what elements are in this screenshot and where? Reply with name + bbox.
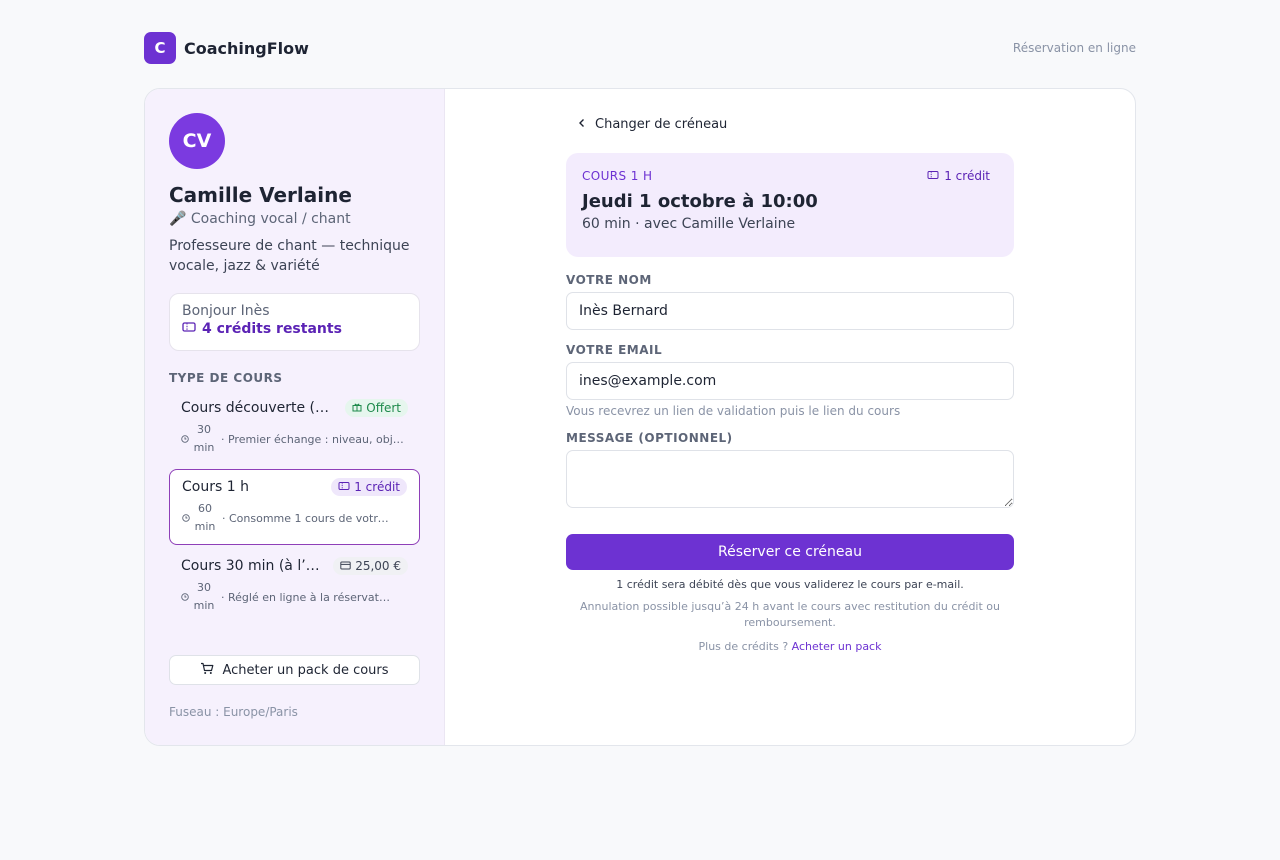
message-field[interactable]	[566, 450, 1014, 508]
message-label: MESSAGE (OPTIONNEL)	[566, 431, 733, 445]
slot-date: Jeudi 1 octobre à 10:00	[582, 191, 818, 212]
brand-logo: C	[144, 32, 176, 64]
brand[interactable]: C CoachingFlow	[144, 32, 309, 64]
coach-name: Camille Verlaine	[169, 183, 352, 207]
course-option-30min-unit[interactable]: Cours 30 min (à l’unité) 25,00 € 30 min …	[169, 549, 420, 623]
course-duration: 60 min	[182, 500, 216, 536]
book-slot-button[interactable]: Réserver ce créneau	[566, 534, 1014, 570]
selected-slot-summary: COURS 1 H 1 crédit Jeudi 1 octobre à 10:…	[566, 153, 1014, 257]
chevron-left-icon	[577, 117, 587, 132]
booking-form-panel: Changer de créneau COURS 1 H 1 crédit Je…	[445, 89, 1135, 745]
cancellation-note: Annulation possible jusqu’à 24 h avant l…	[580, 600, 1000, 629]
brand-name: CoachingFlow	[184, 38, 309, 58]
buy-pack-button[interactable]: Acheter un pack de cours	[169, 655, 420, 685]
course-badge: Offert	[345, 399, 408, 417]
email-field[interactable]	[566, 362, 1014, 400]
coach-specialty: 🎤 Coaching vocal / chant	[169, 211, 351, 227]
ticket-icon	[927, 169, 939, 183]
course-description: · Réglé en ligne à la réservation	[221, 590, 391, 604]
course-badge: 1 crédit	[331, 478, 407, 496]
slot-details: 60 min · avec Camille Verlaine	[582, 216, 796, 232]
course-badge: 25,00 €	[333, 557, 408, 575]
buy-pack-link[interactable]: Acheter un pack	[792, 640, 882, 653]
course-option-1h-selected[interactable]: Cours 1 h 1 crédit 60 min · Consomme 1 c…	[169, 469, 420, 545]
ticket-icon	[182, 321, 196, 337]
course-type-label: TYPE DE COURS	[169, 371, 283, 385]
card-icon	[340, 559, 351, 573]
greeting: Bonjour Inès	[182, 303, 270, 319]
debit-note: 1 crédit sera débité dès que vous valide…	[616, 578, 964, 591]
name-field[interactable]	[566, 292, 1014, 330]
email-help: Vous recevrez un lien de validation puis…	[566, 404, 901, 418]
online-booking-label: Réservation en ligne	[1012, 41, 1136, 55]
course-title: Cours découverte (30 min)	[181, 400, 331, 416]
buy-pack-label: Acheter un pack de cours	[222, 662, 389, 678]
slot-type: COURS 1 H	[582, 169, 653, 183]
course-title: Cours 30 min (à l’unité)	[181, 558, 323, 574]
credits-remaining: 4 crédits restants	[182, 321, 407, 337]
coach-sidebar: CV Camille Verlaine 🎤 Coaching vocal / c…	[145, 89, 445, 745]
course-duration: 30 min	[181, 579, 215, 615]
coach-avatar: CV	[169, 113, 225, 169]
top-bar: C CoachingFlow Réservation en ligne	[144, 32, 1136, 64]
slot-credit: 1 crédit	[927, 169, 998, 183]
timezone-label: Fuseau : Europe/Paris	[169, 705, 298, 719]
ticket-icon	[338, 480, 350, 494]
clock-icon	[181, 433, 189, 446]
clock-icon	[182, 512, 190, 525]
course-option-discovery[interactable]: Cours découverte (30 min) Offert 30 min …	[169, 391, 420, 465]
change-slot-label: Changer de créneau	[595, 117, 728, 132]
credits-remaining-text: 4 crédits restants	[202, 321, 342, 337]
gift-icon	[352, 401, 362, 415]
change-slot-link[interactable]: Changer de créneau	[577, 117, 727, 132]
cart-icon	[200, 662, 214, 679]
name-label: VOTRE NOM	[566, 273, 652, 287]
credits-box: Bonjour Inès 4 crédits restants	[169, 293, 420, 351]
course-title: Cours 1 h	[182, 479, 249, 495]
email-label: VOTRE EMAIL	[566, 343, 663, 357]
clock-icon	[181, 591, 189, 604]
more-credits-note: Plus de crédits ? Acheter un pack	[566, 640, 1014, 653]
course-duration: 30 min	[181, 421, 215, 457]
coach-bio: Professeure de chant — technique vocale,…	[169, 238, 410, 274]
course-description: · Premier échange : niveau, objectifs	[221, 432, 405, 446]
course-description: · Consomme 1 cours de votre pack	[222, 511, 392, 525]
booking-form: VOTRE NOM VOTRE EMAIL Vous recevrez un l…	[566, 273, 1014, 512]
booking-card: CV Camille Verlaine 🎤 Coaching vocal / c…	[144, 88, 1136, 746]
more-credits-text: Plus de crédits ?	[698, 640, 789, 653]
